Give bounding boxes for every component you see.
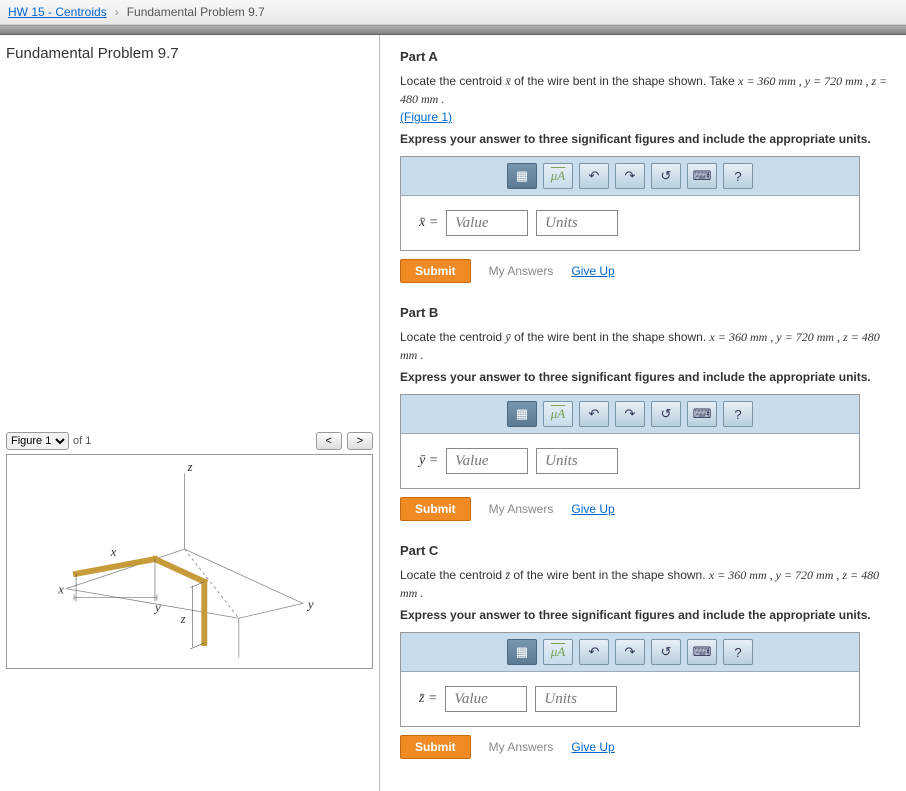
part-c: Part C Locate the centroid z̄ of the wir… [400,543,896,759]
undo-icon[interactable]: ↶ [579,401,609,427]
template-tool-icon[interactable]: ▦ [507,639,537,665]
reset-icon[interactable]: ↺ [651,401,681,427]
reset-icon[interactable]: ↺ [651,639,681,665]
keyboard-icon[interactable]: ⌨ [687,639,717,665]
figure-link[interactable]: (Figure 1) [400,110,452,124]
figure-select[interactable]: Figure 1 [6,432,69,450]
dim-z-label: z [180,612,186,626]
part-c-prompt: Locate the centroid z̄ of the wire bent … [400,566,896,602]
part-c-title: Part C [400,543,896,558]
part-c-my-answers[interactable]: My Answers [489,740,554,754]
part-c-answer-box: ▦ μA ↶ ↷ ↺ ⌨ ? z̄ = [400,632,860,727]
part-a-lhs: x̄ = [419,215,438,231]
header-divider [0,25,906,35]
figure-count-label: of 1 [73,435,91,447]
part-b-prompt: Locate the centroid ȳ of the wire bent i… [400,328,896,364]
figure-image: z x y x y z [6,454,373,669]
part-c-value-input[interactable] [445,686,527,712]
part-b: Part B Locate the centroid ȳ of the wire… [400,305,896,521]
part-c-instructions: Express your answer to three significant… [400,608,896,622]
axis-y-label: y [306,597,314,611]
axis-z-label: z [187,460,193,474]
keyboard-icon[interactable]: ⌨ [687,401,717,427]
units-tool-icon[interactable]: μA [543,163,573,189]
breadcrumb-back-link[interactable]: HW 15 - Centroids [8,5,107,19]
help-icon[interactable]: ? [723,163,753,189]
part-b-value-input[interactable] [446,448,528,474]
breadcrumb-separator-icon: › [115,5,119,19]
part-a-my-answers[interactable]: My Answers [489,264,554,278]
part-a-toolbar: ▦ μA ↶ ↷ ↺ ⌨ ? [401,157,859,196]
part-a-giveup-link[interactable]: Give Up [571,264,614,278]
figure-prev-button[interactable]: < [316,432,342,450]
part-a: Part A Locate the centroid x̄ of the wir… [400,49,896,283]
part-a-instructions: Express your answer to three significant… [400,132,896,146]
part-b-lhs: ȳ = [419,453,438,469]
part-c-giveup-link[interactable]: Give Up [571,740,614,754]
template-tool-icon[interactable]: ▦ [507,401,537,427]
template-tool-icon[interactable]: ▦ [507,163,537,189]
part-b-units-input[interactable] [536,448,618,474]
part-a-value-input[interactable] [446,210,528,236]
redo-icon[interactable]: ↷ [615,639,645,665]
part-b-giveup-link[interactable]: Give Up [571,502,614,516]
dim-x-label: x [110,545,117,559]
dim-y-label: y [153,600,161,614]
part-a-submit-button[interactable]: Submit [400,259,471,283]
keyboard-icon[interactable]: ⌨ [687,163,717,189]
part-c-toolbar: ▦ μA ↶ ↷ ↺ ⌨ ? [401,633,859,672]
undo-icon[interactable]: ↶ [579,163,609,189]
part-c-submit-button[interactable]: Submit [400,735,471,759]
part-c-lhs: z̄ = [419,691,437,707]
page-title: Fundamental Problem 9.7 [6,45,373,62]
redo-icon[interactable]: ↷ [615,401,645,427]
help-icon[interactable]: ? [723,401,753,427]
units-tool-icon[interactable]: μA [543,401,573,427]
reset-icon[interactable]: ↺ [651,163,681,189]
part-a-prompt: Locate the centroid x̄ of the wire bent … [400,72,896,126]
part-c-units-input[interactable] [535,686,617,712]
help-icon[interactable]: ? [723,639,753,665]
part-a-units-input[interactable] [536,210,618,236]
part-b-toolbar: ▦ μA ↶ ↷ ↺ ⌨ ? [401,395,859,434]
breadcrumb-current: Fundamental Problem 9.7 [127,5,265,19]
undo-icon[interactable]: ↶ [579,639,609,665]
part-a-title: Part A [400,49,896,64]
breadcrumb: HW 15 - Centroids › Fundamental Problem … [0,0,906,25]
redo-icon[interactable]: ↷ [615,163,645,189]
part-b-answer-box: ▦ μA ↶ ↷ ↺ ⌨ ? ȳ = [400,394,860,489]
axis-x-label: x [57,583,64,597]
part-b-submit-button[interactable]: Submit [400,497,471,521]
part-b-title: Part B [400,305,896,320]
part-b-instructions: Express your answer to three significant… [400,370,896,384]
part-b-my-answers[interactable]: My Answers [489,502,554,516]
units-tool-icon[interactable]: μA [543,639,573,665]
figure-next-button[interactable]: > [347,432,373,450]
part-a-answer-box: ▦ μA ↶ ↷ ↺ ⌨ ? x̄ = [400,156,860,251]
